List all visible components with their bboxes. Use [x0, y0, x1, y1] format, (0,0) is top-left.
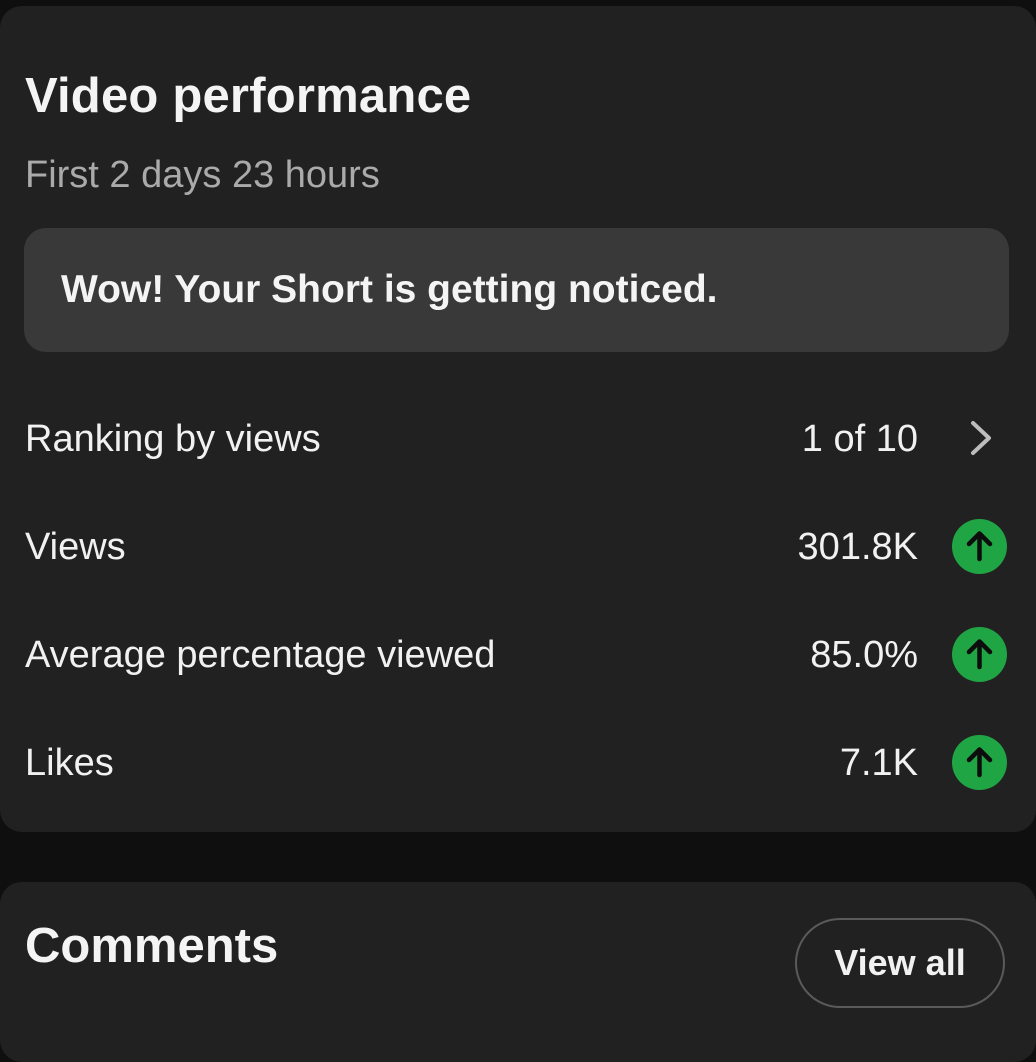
video-performance-card: Video performance First 2 days 23 hours … — [0, 6, 1036, 832]
metric-value: 85.0% — [810, 634, 918, 676]
average-percentage-viewed-row: Average percentage viewed 85.0% — [0, 604, 1036, 704]
metric-label: Views — [25, 526, 126, 568]
performance-period-subtitle: First 2 days 23 hours — [25, 154, 380, 196]
metric-value: 1 of 10 — [801, 418, 918, 460]
arrow-up-circle-icon — [952, 735, 1007, 790]
metric-value: 7.1K — [839, 742, 918, 784]
metric-label: Average percentage viewed — [25, 634, 496, 676]
metric-value: 301.8K — [797, 526, 918, 568]
arrow-up-circle-icon — [952, 627, 1007, 682]
performance-banner: Wow! Your Short is getting noticed. — [24, 228, 1009, 352]
comments-title: Comments — [25, 919, 279, 973]
view-all-comments-button[interactable]: View all — [795, 918, 1005, 1008]
comments-card: Comments View all — [0, 882, 1036, 1062]
arrow-up-circle-icon — [952, 519, 1007, 574]
video-performance-title: Video performance — [25, 69, 472, 123]
views-row: Views 301.8K — [0, 496, 1036, 596]
banner-message: Wow! Your Short is getting noticed. — [61, 268, 718, 311]
likes-row: Likes 7.1K — [0, 712, 1036, 812]
metric-label: Likes — [25, 742, 114, 784]
ranking-by-views-row[interactable]: Ranking by views 1 of 10 — [0, 388, 1036, 488]
metric-label: Ranking by views — [25, 418, 321, 460]
chevron-right-icon[interactable] — [966, 418, 996, 458]
